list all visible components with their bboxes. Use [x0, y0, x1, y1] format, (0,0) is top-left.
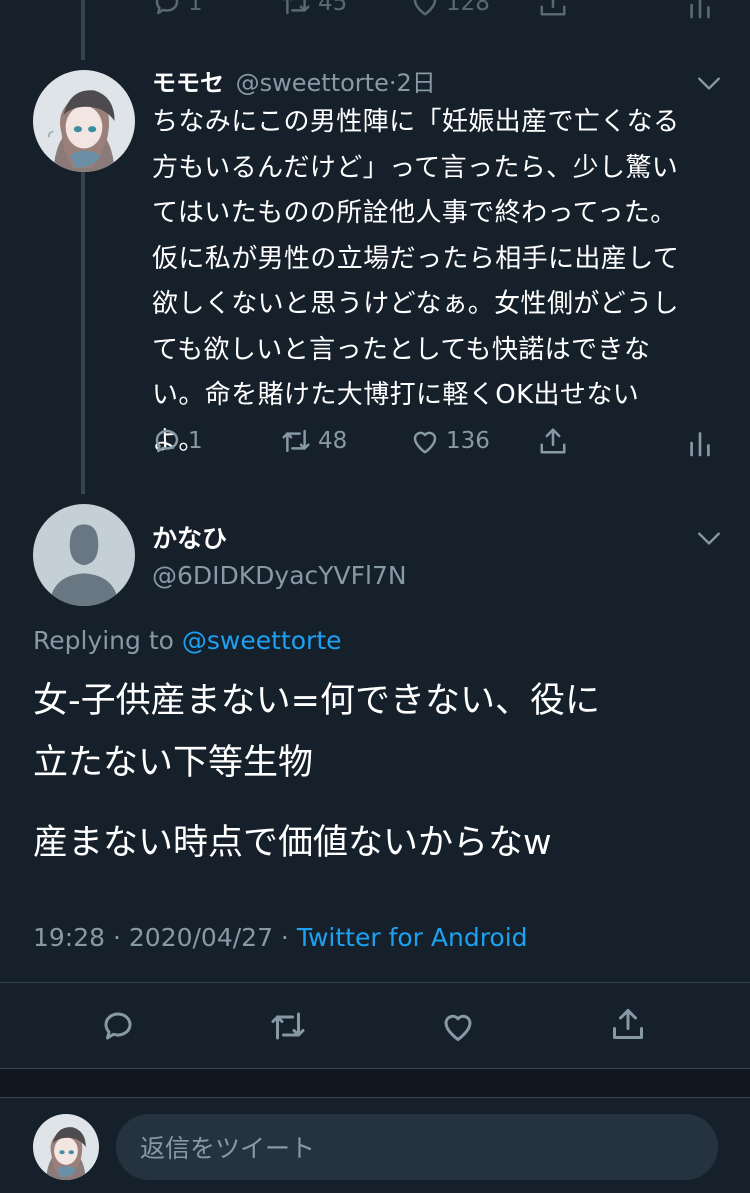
reply-button[interactable]: [100, 1008, 136, 1044]
source-link[interactable]: Twitter for Android: [297, 923, 528, 952]
tweet-text-line: 立たない下等生物: [33, 743, 314, 783]
share-button[interactable]: [610, 1006, 646, 1042]
default-avatar[interactable]: [33, 504, 135, 606]
like-icon: [413, 431, 437, 454]
tweet-text-line: 仮に私が男性の立場だったら相手に出産して: [152, 243, 680, 274]
retweet-button[interactable]: 48: [280, 426, 347, 456]
like-icon: [444, 1014, 472, 1041]
user-avatar-illustration: [33, 1114, 99, 1180]
top-reply-action[interactable]: 1: [152, 0, 203, 18]
share-icon: [540, 428, 566, 454]
tweet-text-line: 方もいるんだけど」って言ったら、少し驚い: [152, 152, 679, 183]
like-button[interactable]: [440, 1008, 476, 1044]
share-icon: [613, 1009, 643, 1039]
like-icon: [413, 0, 437, 16]
tweet-text-line: い。命を賭けた大博打に軽くOK出せない: [152, 380, 640, 410]
analytics-button[interactable]: [688, 428, 712, 458]
retweet-count: 48: [318, 428, 348, 454]
display-name[interactable]: かなひ: [152, 522, 227, 556]
avatar[interactable]: [33, 1114, 99, 1180]
tweet1-header: モモセ @sweettorte·2日: [152, 66, 436, 100]
top-reply-count: 1: [188, 0, 203, 16]
tweet-meta: 19:28 · 2020/04/27 · Twitter for Android: [33, 918, 528, 958]
chevron-down-icon[interactable]: [696, 72, 722, 94]
top-retweet-action[interactable]: 45: [280, 0, 347, 18]
thread-line: [81, 172, 85, 494]
reply-icon: [155, 0, 179, 15]
default-avatar-silhouette: [33, 504, 135, 606]
retweet-icon: [282, 0, 310, 15]
share-icon: [540, 0, 566, 16]
replying-to-label: Replying to: [33, 626, 174, 655]
retweet-icon: [282, 429, 310, 453]
top-retweet-count: 45: [318, 0, 348, 16]
tweet-text-line: ちなみにこの男性陣に「妊娠出産で亡くなる: [152, 107, 680, 137]
reply-count: 1: [188, 428, 203, 454]
reply-icon: [155, 429, 179, 453]
reply-input[interactable]: 返信をツイート: [116, 1114, 718, 1180]
reply-button[interactable]: 1: [152, 426, 203, 456]
divider: [0, 982, 750, 983]
analytics-icon: [690, 432, 710, 457]
like-count: 136: [446, 428, 490, 454]
tweet1-text: ちなみにこの男性陣に「妊娠出産で亡くなる 方もいるんだけど」って言ったら、少し驚…: [152, 100, 722, 464]
top-like-count: 128: [446, 0, 490, 16]
top-share-action[interactable]: [538, 0, 568, 18]
user-avatar-illustration: [33, 70, 135, 172]
handle[interactable]: @6DIDKDyacYVFl7N: [152, 558, 407, 594]
tweet-text-line: てはいたものの所詮他人事で終わってった。: [152, 198, 677, 228]
handle[interactable]: @sweettorte: [236, 69, 389, 97]
tweet2-text: 女-子供産まない=何できない、役に 立たない下等生物: [33, 670, 723, 794]
avatar[interactable]: [33, 70, 135, 172]
thread-line: [81, 0, 85, 60]
replying-to: Replying to @sweettorte: [33, 622, 342, 660]
replying-to-handle-link[interactable]: @sweettorte: [182, 626, 342, 655]
tweet-text-line: 欲しくないと思うけどなぁ。女性側がどうし: [152, 289, 679, 319]
tweet-text-line: 女-子供産まない=何できない、役に: [33, 681, 600, 721]
tweet-time[interactable]: 2日: [397, 69, 436, 97]
top-like-action[interactable]: 128: [410, 0, 490, 18]
display-name[interactable]: モモセ: [152, 69, 224, 97]
divider: [0, 1097, 750, 1098]
tweet-text-line: ても欲しいと言ったとしても快諾はできな: [152, 334, 651, 365]
chevron-down-icon[interactable]: [696, 527, 722, 549]
timestamp[interactable]: 19:28 · 2020/04/27 ·: [33, 923, 289, 952]
retweet-icon: [271, 1012, 305, 1040]
like-button[interactable]: 136: [410, 426, 490, 456]
retweet-button[interactable]: [268, 1008, 308, 1044]
tweet2-text-paragraph: 産まない時点で価値ないからなw: [33, 823, 552, 863]
reply-icon: [104, 1012, 132, 1040]
top-analytics-action[interactable]: [688, 0, 712, 20]
analytics-icon: [690, 0, 710, 19]
section-gap: [0, 1069, 750, 1097]
share-button[interactable]: [538, 426, 568, 456]
separator: ·: [388, 69, 397, 97]
reply-input-placeholder: 返信をツイート: [140, 1134, 316, 1163]
